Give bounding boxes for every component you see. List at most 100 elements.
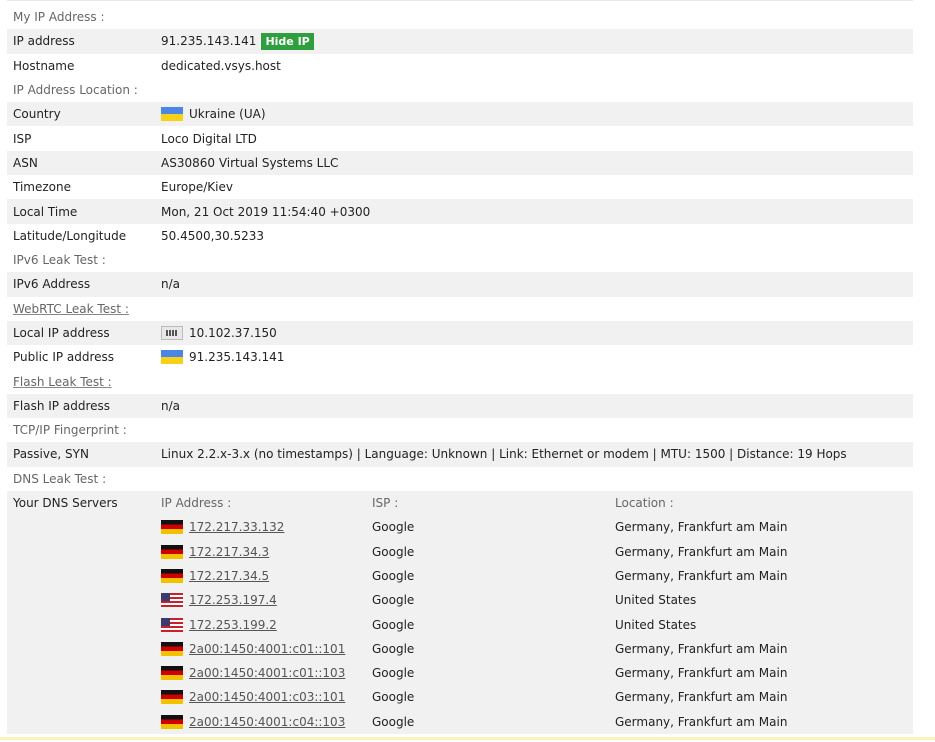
germany-flag-icon	[161, 690, 183, 705]
dns-ip-link[interactable]: 2a00:1450:4001:c03::101	[189, 690, 345, 704]
row-value: Loco Digital LTD	[161, 131, 257, 146]
dns-server-row: 172.217.34.5 Google Germany, Frankfurt am …	[161, 564, 913, 588]
usa-flag-icon	[161, 593, 183, 608]
webrtc-info-link[interactable]: WebRTC Leak Test :	[13, 302, 129, 316]
row-label: Country	[13, 107, 61, 122]
dns-server-row: 2a00:1450:4001:c04::103 Google Germany, Fr…	[161, 710, 913, 734]
dns-ip-cell: 2a00:1450:4001:c01::103	[161, 666, 370, 681]
ip-value: 91.235.143.141	[161, 34, 257, 49]
row-value: dedicated.vsys.host	[161, 58, 281, 73]
row-lat-lon: Latitude/Longitude 50.4500,30.5233	[7, 224, 913, 248]
row-value: n/a	[161, 277, 181, 292]
dns-location-cell: Germany, Frankfurt am Main	[615, 666, 788, 681]
ukraine-flag-icon	[161, 350, 183, 365]
dns-servers-table: IP Address : ISP : Location : 172.217.33…	[161, 491, 913, 734]
section-dns: DNS Leak Test :	[7, 467, 913, 491]
public-ip-value: 91.235.143.141	[189, 350, 285, 365]
germany-flag-icon	[161, 714, 183, 729]
row-label: Latitude/Longitude	[13, 228, 127, 243]
row-label: Timezone	[13, 180, 71, 195]
dns-location-cell: United States	[615, 593, 697, 608]
row-label: ISP	[13, 131, 32, 146]
row-flash-ip: Flash IP address n/a	[7, 393, 913, 419]
dns-header-row: IP Address : ISP : Location :	[161, 491, 913, 515]
flash-info-link[interactable]: Flash Leak Test :	[13, 375, 112, 389]
row-asn: ASN AS30860 Virtual Systems LLC	[7, 150, 913, 176]
dns-ip-cell: 172.217.33.132	[161, 520, 370, 535]
row-label: Public IP address	[13, 350, 115, 365]
row-value: AS30860 Virtual Systems LLC	[161, 155, 339, 170]
dns-isp-cell: Google	[372, 617, 415, 632]
dns-header-ip: IP Address :	[161, 496, 232, 511]
dns-ip-cell: 172.217.34.5	[161, 568, 370, 583]
germany-flag-icon	[161, 520, 183, 535]
germany-flag-icon	[161, 544, 183, 559]
row-country: Country Ukraine (UA)	[7, 102, 913, 127]
dns-isp-cell: Google	[372, 641, 415, 656]
dns-ip-cell: 2a00:1450:4001:c03::101	[161, 690, 370, 705]
row-label: IPv6 Address	[13, 277, 91, 292]
row-hostname: Hostname dedicated.vsys.host	[7, 54, 913, 78]
dns-isp-cell: Google	[372, 690, 415, 705]
hide-ip-button[interactable]: Hide IP	[261, 32, 314, 50]
section-ip-location: IP Address Location :	[7, 78, 913, 102]
row-label: ASN	[13, 155, 38, 170]
dns-ip-cell: 2a00:1450:4001:c04::103	[161, 714, 370, 729]
section-webrtc: WebRTC Leak Test :	[7, 297, 913, 321]
dns-isp-cell: Google	[372, 568, 415, 583]
section-title: My IP Address :	[13, 10, 105, 25]
row-value: 91.235.143.141	[161, 350, 913, 365]
dns-ip-link[interactable]: 2a00:1450:4001:c04::103	[189, 715, 345, 729]
row-isp: ISP Loco Digital LTD	[7, 126, 913, 150]
dns-ip-cell: 172.217.34.3	[161, 544, 370, 559]
section-title: IP Address Location :	[13, 83, 138, 98]
local-ip-value: 10.102.37.150	[189, 326, 277, 340]
row-passive-syn: Passive, SYN Linux 2.2.x-3.x (no timesta…	[7, 442, 913, 467]
row-value: 50.4500,30.5233	[161, 228, 265, 243]
dns-server-row: 172.253.197.4 Google United States	[161, 588, 913, 612]
country-value: Ukraine (UA)	[189, 107, 266, 122]
dns-ip-cell: 172.253.199.2	[161, 617, 370, 632]
row-public-ip: Public IP address 91.235.143.141	[7, 345, 913, 369]
bottom-highlight-bar	[0, 737, 935, 740]
row-value: 91.235.143.141 Hide IP	[161, 32, 913, 50]
germany-flag-icon	[161, 666, 183, 681]
dns-location-cell: Germany, Frankfurt am Main	[615, 690, 788, 705]
row-value: 10.102.37.150	[161, 326, 913, 340]
dns-location-cell: Germany, Frankfurt am Main	[615, 544, 788, 559]
row-local-time: Local Time Mon, 21 Oct 2019 11:54:40 +03…	[7, 199, 913, 224]
dns-servers-block: Your DNS Servers IP Address : ISP : Loca…	[7, 490, 913, 734]
dns-isp-cell: Google	[372, 714, 415, 729]
dns-ip-link[interactable]: 172.217.34.3	[189, 545, 269, 559]
section-title-wrap: Flash Leak Test :	[7, 375, 161, 389]
row-label: Hostname	[13, 58, 75, 73]
dns-isp-cell: Google	[372, 520, 415, 535]
dns-server-row: 172.217.33.132 Google Germany, Frankfurt a…	[161, 515, 913, 539]
section-title: DNS Leak Test :	[13, 471, 107, 486]
dns-ip-link[interactable]: 172.217.34.5	[189, 569, 269, 583]
dns-ip-link[interactable]: 172.253.197.4	[189, 593, 277, 607]
dns-ip-link[interactable]: 2a00:1450:4001:c01::101	[189, 642, 345, 656]
row-timezone: Timezone Europe/Kiev	[7, 175, 913, 199]
dns-ip-cell: 2a00:1450:4001:c01::101	[161, 641, 370, 656]
dns-ip-cell: 172.253.197.4	[161, 593, 370, 608]
row-ipv6-address: IPv6 Address n/a	[7, 272, 913, 297]
row-label: IP address	[13, 34, 75, 49]
dns-location-cell: Germany, Frankfurt am Main	[615, 641, 788, 656]
dns-ip-link[interactable]: 2a00:1450:4001:c01::103	[189, 666, 345, 680]
network-card-icon	[161, 326, 183, 340]
dns-location-cell: Germany, Frankfurt am Main	[615, 568, 788, 583]
dns-ip-link[interactable]: 172.217.33.132	[189, 520, 284, 534]
dns-location-cell: Germany, Frankfurt am Main	[615, 520, 788, 535]
row-local-ip: Local IP address 10.102.37.150	[7, 320, 913, 346]
dns-ip-link[interactable]: 172.253.199.2	[189, 618, 277, 632]
dns-location-cell: Germany, Frankfurt am Main	[615, 714, 788, 729]
dns-isp-cell: Google	[372, 544, 415, 559]
row-value: Mon, 21 Oct 2019 11:54:40 +0300	[161, 204, 371, 219]
row-value: Linux 2.2.x-3.x (no timestamps) | Langua…	[161, 447, 847, 462]
dns-server-row: 172.253.199.2 Google United States	[161, 612, 913, 636]
row-ip-address: IP address 91.235.143.141 Hide IP	[7, 29, 913, 54]
dns-isp-cell: Google	[372, 593, 415, 608]
section-flash: Flash Leak Test :	[7, 369, 913, 393]
row-value: n/a	[161, 398, 181, 413]
